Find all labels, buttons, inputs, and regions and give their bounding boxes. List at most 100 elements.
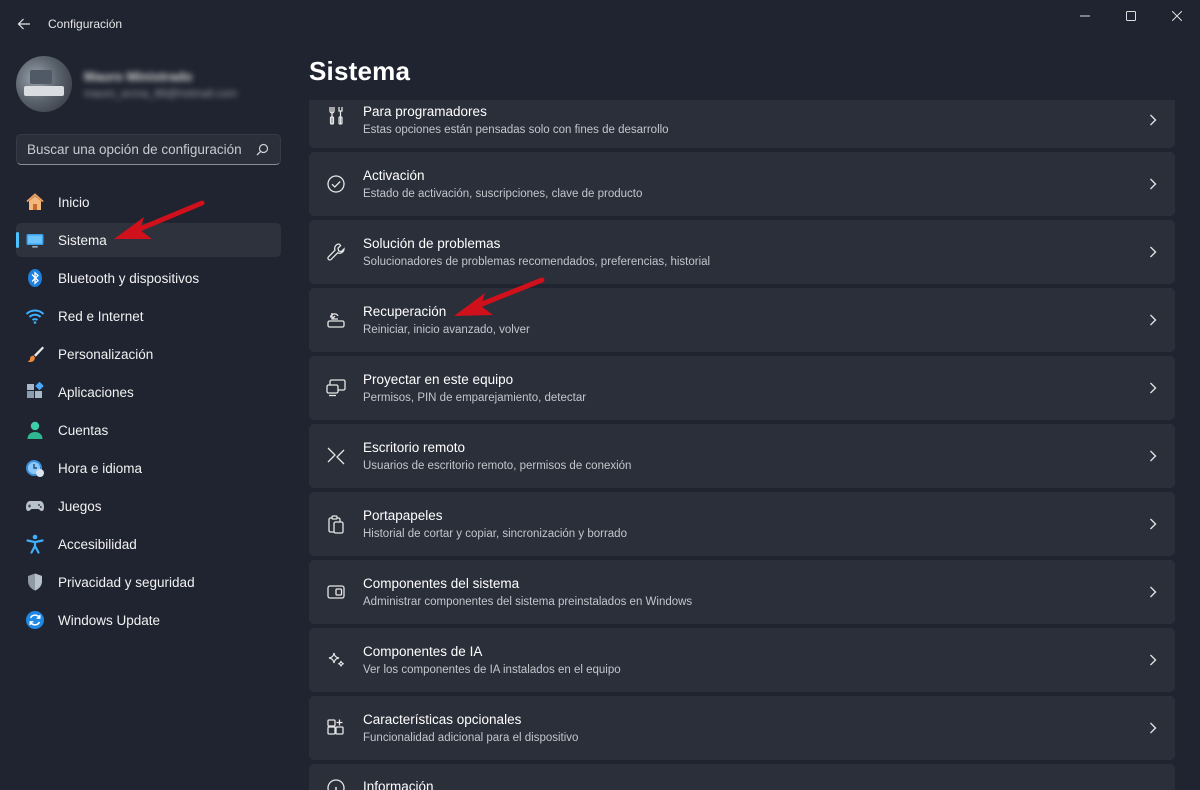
- clipboard-icon: [309, 514, 363, 534]
- sidebar-item-privacidad[interactable]: Privacidad y seguridad: [16, 565, 281, 599]
- chevron-right-icon: [1131, 246, 1175, 258]
- sidebar-item-label: Personalización: [58, 346, 154, 362]
- close-button[interactable]: [1154, 0, 1200, 32]
- profile-name: Mauro Ministrado: [84, 68, 193, 84]
- chevron-right-icon: [1131, 722, 1175, 734]
- back-arrow-icon: [17, 18, 30, 30]
- search-input[interactable]: [27, 142, 254, 157]
- card-subtitle: Usuarios de escritorio remoto, permisos …: [363, 459, 632, 472]
- card-title: Escritorio remoto: [363, 439, 466, 455]
- person-icon: [24, 419, 46, 441]
- sidebar-item-cuentas[interactable]: Cuentas: [16, 413, 281, 447]
- chevron-right-icon: [1131, 518, 1175, 530]
- chevron-right-icon: [1131, 586, 1175, 598]
- sidebar-item-inicio[interactable]: Inicio: [16, 185, 281, 219]
- user-profile[interactable]: Mauro Ministrado mauro_ecma_88@hotmail.c…: [16, 56, 237, 112]
- sidebar-item-aplicaciones[interactable]: Aplicaciones: [16, 375, 281, 409]
- sidebar-item-hora-idioma[interactable]: Hora e idioma: [16, 451, 281, 485]
- card-componentes-sistema[interactable]: Componentes del sistema Administrar comp…: [309, 560, 1175, 624]
- card-subtitle: Administrar componentes del sistema prei…: [363, 595, 693, 608]
- card-recuperacion[interactable]: Recuperación Reiniciar, inicio avanzado,…: [309, 288, 1175, 352]
- maximize-icon: [1126, 11, 1136, 21]
- sidebar-item-windows-update[interactable]: Windows Update: [16, 603, 281, 637]
- chevron-right-icon: [1131, 106, 1175, 126]
- card-subtitle: Permisos, PIN de emparejamiento, detecta…: [363, 391, 587, 404]
- sidebar-item-label: Aplicaciones: [58, 384, 134, 400]
- sidebar-item-personalizacion[interactable]: Personalización: [16, 337, 281, 371]
- sidebar-item-label: Bluetooth y dispositivos: [58, 270, 200, 286]
- sidebar-item-label: Juegos: [58, 498, 102, 514]
- sidebar-item-juegos[interactable]: Juegos: [16, 489, 281, 523]
- card-subtitle: Estas opciones están pensadas solo con f…: [363, 123, 669, 136]
- remote-desktop-icon: [309, 446, 363, 466]
- card-title: Solución de problemas: [363, 235, 501, 251]
- home-icon: [24, 191, 46, 213]
- settings-list: Para programadores Estas opciones están …: [309, 100, 1175, 790]
- card-subtitle: Historial de cortar y copiar, sincroniza…: [363, 527, 627, 540]
- minimize-icon: [1080, 15, 1090, 17]
- sidebar-item-label: Cuentas: [58, 422, 109, 438]
- gamepad-icon: [24, 495, 46, 517]
- search-box: [16, 134, 281, 165]
- card-title: Portapapeles: [363, 507, 443, 523]
- sidebar-item-accesibilidad[interactable]: Accesibilidad: [16, 527, 281, 561]
- card-title: Componentes de IA: [363, 643, 483, 659]
- minimize-button[interactable]: [1062, 0, 1108, 32]
- close-icon: [1172, 11, 1182, 21]
- chevron-right-icon: [1131, 654, 1175, 666]
- card-activacion[interactable]: Activación Estado de activación, suscrip…: [309, 152, 1175, 216]
- card-componentes-ia[interactable]: Componentes de IA Ver los componentes de…: [309, 628, 1175, 692]
- sidebar: Mauro Ministrado mauro_ecma_88@hotmail.c…: [0, 48, 296, 790]
- sidebar-item-sistema[interactable]: Sistema: [16, 223, 281, 257]
- card-proyectar[interactable]: Proyectar en este equipo Permisos, PIN d…: [309, 356, 1175, 420]
- card-solucion-problemas[interactable]: Solución de problemas Solucionadores de …: [309, 220, 1175, 284]
- sidebar-item-label: Red e Internet: [58, 308, 144, 324]
- title-bar: Configuración: [0, 0, 1200, 48]
- info-icon: [309, 778, 363, 790]
- chevron-right-icon: [1131, 382, 1175, 394]
- wrench-icon: [309, 242, 363, 262]
- check-circle-icon: [309, 174, 363, 194]
- sidebar-item-bluetooth[interactable]: Bluetooth y dispositivos: [16, 261, 281, 295]
- sidebar-item-label: Sistema: [58, 232, 107, 248]
- card-title: Características opcionales: [363, 711, 522, 727]
- profile-email: mauro_ecma_88@hotmail.com: [84, 87, 238, 100]
- card-title: Activación: [363, 167, 425, 183]
- card-title: Proyectar en este equipo: [363, 371, 514, 387]
- sidebar-item-label: Privacidad y seguridad: [58, 574, 195, 590]
- wifi-icon: [24, 305, 46, 327]
- shield-icon: [24, 571, 46, 593]
- sidebar-item-label: Hora e idioma: [58, 460, 143, 476]
- sidebar-item-label: Accesibilidad: [58, 536, 137, 552]
- search-icon[interactable]: [254, 142, 270, 158]
- monitor-icon: [24, 229, 46, 251]
- back-button[interactable]: [4, 4, 44, 44]
- sidebar-item-red[interactable]: Red e Internet: [16, 299, 281, 333]
- page-title: Sistema: [309, 56, 411, 86]
- system-components-icon: [309, 582, 363, 602]
- card-caracteristicas-opcionales[interactable]: Características opcionales Funcionalidad…: [309, 696, 1175, 760]
- update-icon: [24, 609, 46, 631]
- card-informacion[interactable]: Información: [309, 764, 1175, 790]
- card-subtitle: Funcionalidad adicional para el disposit…: [363, 731, 579, 744]
- accessibility-icon: [24, 533, 46, 555]
- card-subtitle: Solucionadores de problemas recomendados…: [363, 255, 711, 268]
- recovery-icon: [309, 310, 363, 330]
- card-escritorio-remoto[interactable]: Escritorio remoto Usuarios de escritorio…: [309, 424, 1175, 488]
- chevron-right-icon: [1131, 314, 1175, 326]
- window-title: Configuración: [48, 17, 123, 31]
- maximize-button[interactable]: [1108, 0, 1154, 32]
- card-subtitle: Ver los componentes de IA instalados en …: [363, 663, 621, 676]
- card-subtitle: Reiniciar, inicio avanzado, volver: [363, 323, 530, 336]
- card-para-programadores[interactable]: Para programadores Estas opciones están …: [309, 100, 1175, 148]
- card-portapapeles[interactable]: Portapapeles Historial de cortar y copia…: [309, 492, 1175, 556]
- card-title: Componentes del sistema: [363, 575, 520, 591]
- add-features-icon: [309, 718, 363, 738]
- window-controls: [1062, 0, 1200, 32]
- sidebar-item-label: Inicio: [58, 194, 90, 210]
- card-title: Información: [363, 779, 434, 790]
- developer-tools-icon: [309, 106, 363, 126]
- brush-icon: [24, 343, 46, 365]
- chevron-right-icon: [1131, 178, 1175, 190]
- apps-icon: [24, 381, 46, 403]
